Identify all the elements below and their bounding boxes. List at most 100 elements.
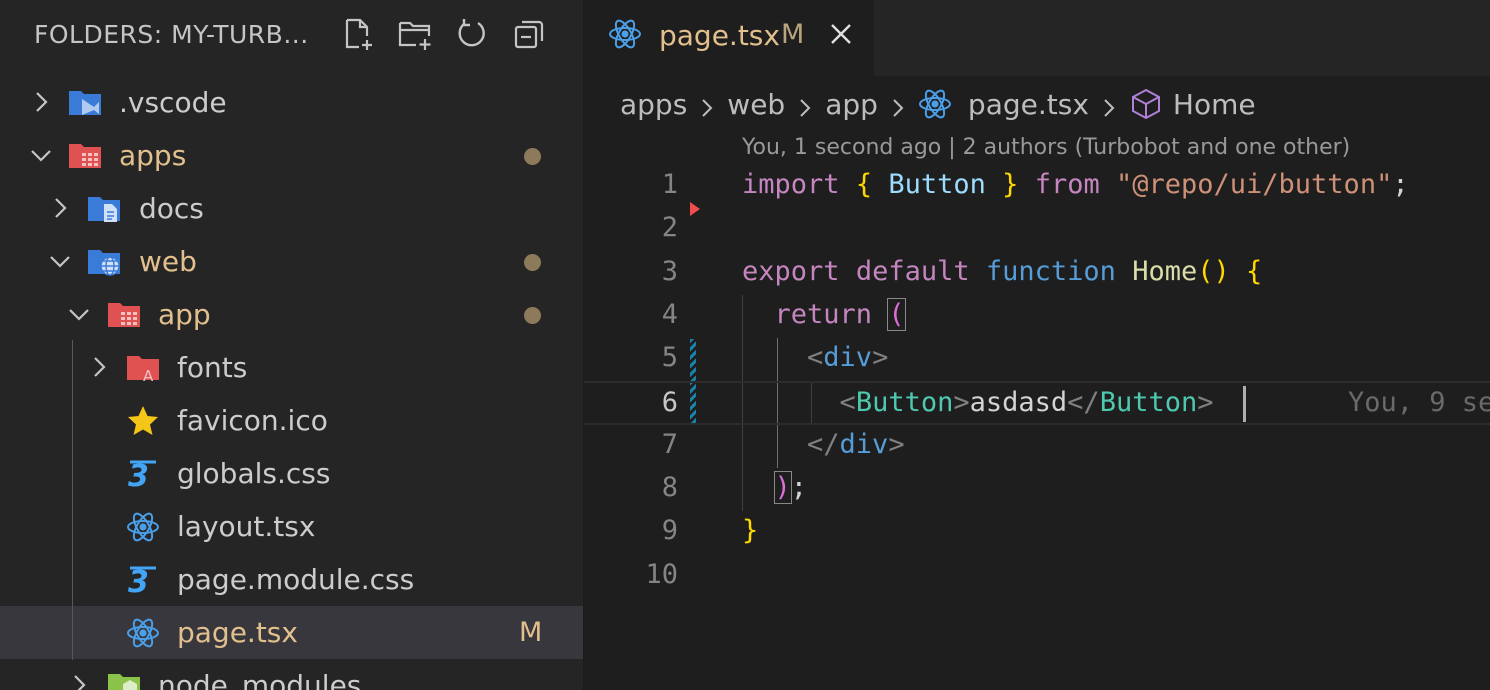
- css-file-icon: 3: [126, 458, 160, 494]
- tree-item-label: app: [158, 298, 211, 331]
- tree-item-page-tsx[interactable]: page.tsx M: [0, 606, 583, 659]
- tree-item-web[interactable]: web: [0, 235, 583, 288]
- fonts-folder-icon: A: [126, 352, 160, 385]
- tree-item-label: .vscode: [119, 86, 227, 119]
- chevron-right-icon: [1098, 93, 1120, 117]
- chevron-right-icon: [696, 93, 718, 117]
- tree-item-label: fonts: [177, 351, 248, 384]
- app-folder-icon: [68, 140, 102, 172]
- app-folder-icon: [107, 299, 141, 331]
- tree-item-label: node_modules: [158, 669, 362, 690]
- line-number: 1: [661, 169, 678, 200]
- tree-item-label: page.module.css: [177, 563, 415, 596]
- git-blame-codelens[interactable]: You, 1 second ago | 2 authors (Turbobot …: [742, 135, 1350, 160]
- code-line-8: 8 );: [584, 468, 1490, 511]
- react-icon: [126, 617, 160, 649]
- code-text: }: [742, 515, 759, 547]
- new-folder-button[interactable]: [395, 14, 435, 54]
- tree-item-fonts[interactable]: A fonts: [0, 341, 583, 394]
- new-file-button[interactable]: [338, 14, 378, 54]
- svg-text:3: 3: [128, 565, 149, 596]
- chevron-right-icon: [47, 195, 73, 221]
- tree-item-favicon[interactable]: favicon.ico: [0, 394, 583, 447]
- code-text: <div>: [807, 342, 889, 374]
- breadcrumb-item-home[interactable]: Home: [1173, 88, 1256, 121]
- code-editor[interactable]: 1 import { Button } from "@repo/ui/butto…: [584, 165, 1490, 598]
- tree-item-label: favicon.ico: [177, 404, 328, 437]
- code-line-2: 2: [584, 208, 1490, 251]
- code-line-3: 3 export default function Home() {: [584, 252, 1490, 295]
- code-line-6: 6 <Button>asdasd</Button> You, 9 se: [584, 381, 1490, 425]
- chevron-right-icon: [66, 672, 92, 690]
- docs-folder-icon: [87, 193, 121, 225]
- breadcrumb-item-apps[interactable]: apps: [620, 88, 687, 121]
- breadcrumb-item-app[interactable]: app: [825, 88, 878, 121]
- explorer-sidebar: FOLDERS: MY-TURB... .vscode apps docs we…: [0, 0, 584, 690]
- chevron-right-icon: [86, 354, 112, 380]
- explorer-header: FOLDERS: MY-TURB...: [0, 0, 583, 70]
- breadcrumb: apps web app page.tsx Home: [620, 86, 1256, 122]
- star-icon: [126, 405, 160, 437]
- react-icon: [918, 87, 952, 121]
- tree-item-apps[interactable]: apps: [0, 129, 583, 182]
- react-icon: [608, 17, 642, 51]
- collapse-all-button[interactable]: [509, 14, 549, 54]
- code-text: <Button>asdasd</Button>: [839, 387, 1214, 419]
- code-text: </div>: [807, 428, 905, 460]
- breadcrumb-item-page-tsx[interactable]: page.tsx: [968, 88, 1089, 121]
- tab-page-tsx[interactable]: page.tsx M: [584, 0, 874, 76]
- tree-item-label: web: [139, 245, 197, 278]
- tree-item-label: docs: [139, 192, 204, 225]
- new-folder-icon: [398, 21, 431, 50]
- tree-item-node-modules[interactable]: node_modules: [0, 659, 583, 690]
- tab-modified-badge: M: [781, 19, 805, 50]
- tree-item-app[interactable]: app: [0, 288, 583, 341]
- tree-item-globals-css[interactable]: 3 globals.css: [0, 447, 583, 500]
- tree-item-label: globals.css: [177, 457, 331, 490]
- tree-indent-guide: [72, 340, 73, 660]
- modified-dot: [524, 254, 541, 271]
- chevron-down-icon: [66, 301, 92, 327]
- line-number: 6: [661, 387, 678, 419]
- code-line-9: 9 }: [584, 511, 1490, 554]
- line-number: 3: [661, 255, 678, 287]
- breadcrumb-item-web[interactable]: web: [727, 88, 785, 121]
- modified-badge: M: [519, 617, 543, 648]
- explorer-title: FOLDERS: MY-TURB...: [34, 20, 309, 49]
- tree-item-layout-tsx[interactable]: layout.tsx: [0, 500, 583, 553]
- web-folder-icon: [87, 246, 121, 278]
- tab-bar: page.tsx M: [584, 0, 1490, 76]
- code-text: );: [773, 471, 808, 505]
- tree-item-vscode[interactable]: .vscode: [0, 76, 583, 129]
- chevron-right-icon: [887, 93, 909, 117]
- refresh-icon: [458, 19, 485, 47]
- code-line-5: 5 <div>: [584, 338, 1490, 381]
- line-number: 8: [661, 472, 678, 504]
- refresh-button[interactable]: [452, 14, 492, 54]
- inline-git-blame: You, 9 se: [1348, 387, 1490, 419]
- text-cursor: [1243, 386, 1246, 423]
- explorer-actions: [338, 14, 549, 54]
- line-number: 5: [661, 342, 678, 374]
- code-line-4: 4 return (: [584, 295, 1490, 338]
- node-folder-icon: [107, 670, 141, 690]
- svg-text:A: A: [143, 367, 154, 384]
- collapse-all-icon: [514, 20, 544, 49]
- react-icon: [126, 511, 160, 543]
- line-number: 10: [645, 558, 678, 590]
- tree-item-label: apps: [119, 139, 187, 172]
- cube-icon: [1129, 87, 1163, 121]
- new-file-icon: [345, 18, 372, 50]
- line-number: 4: [661, 298, 678, 330]
- tree-item-label: layout.tsx: [177, 510, 316, 543]
- tree-item-page-module-css[interactable]: 3 page.module.css: [0, 553, 583, 606]
- close-icon[interactable]: [828, 21, 854, 47]
- code-line-10: 10: [584, 555, 1490, 598]
- code-line-1: 1 import { Button } from "@repo/ui/butto…: [584, 165, 1490, 208]
- file-tree: .vscode apps docs web app A fonts favico…: [0, 76, 583, 690]
- tree-item-docs[interactable]: docs: [0, 182, 583, 235]
- line-number: 2: [661, 212, 678, 244]
- svg-text:3: 3: [128, 459, 149, 490]
- css-file-icon: 3: [126, 564, 160, 600]
- modified-dot: [524, 148, 541, 165]
